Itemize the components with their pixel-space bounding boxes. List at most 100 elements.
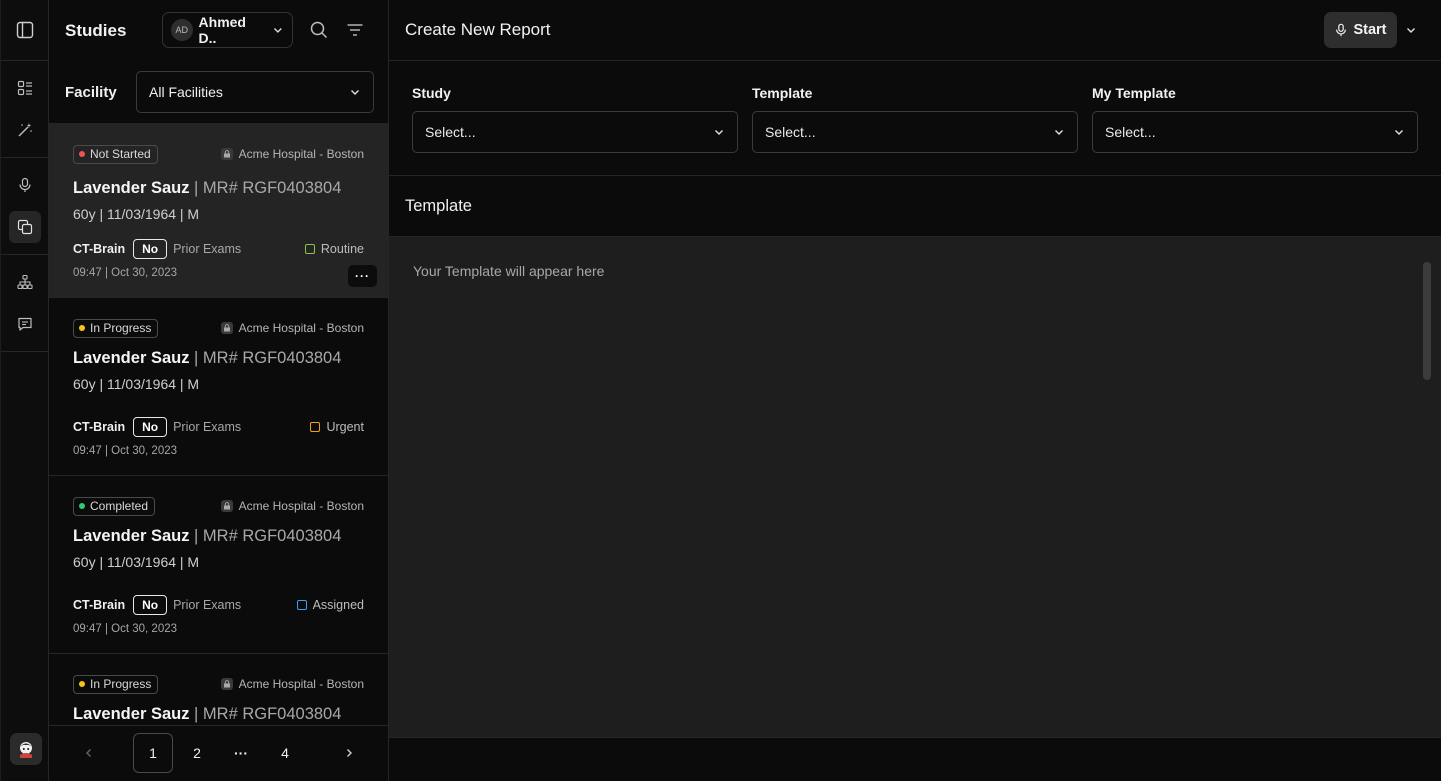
card-status-row: Completed Acme Hospital - Boston: [73, 496, 364, 516]
report-header: Create New Report Start: [389, 0, 1441, 61]
filter-icon[interactable]: [344, 19, 366, 41]
patient-demographics: 60y | 11/03/1964 | M: [73, 554, 200, 570]
patient-name: Lavender Sauz: [73, 179, 190, 197]
rail-group-tools: [1, 61, 48, 158]
study-select-value: Select...: [425, 124, 476, 140]
prior-exams-flag: No: [133, 595, 168, 615]
template-select-label: Template: [752, 85, 813, 101]
copy-icon[interactable]: [8, 211, 41, 243]
rail-top: [1, 0, 48, 61]
template-select[interactable]: Select...: [752, 111, 1078, 153]
magic-wand-icon[interactable]: [9, 114, 41, 146]
chevron-down-icon: [351, 90, 359, 95]
priority-text: Routine: [320, 242, 364, 256]
avatar-icon[interactable]: [10, 733, 42, 765]
study-select[interactable]: Select...: [412, 111, 738, 153]
facility-select[interactable]: All Facilities: [136, 71, 374, 113]
patient-name-line: Lavender Sauz | MR# RGF0403804: [73, 349, 341, 368]
study-timestamp: 09:47 | Oct 30, 2023: [73, 623, 178, 635]
exam-type: CT-Brain: [73, 242, 126, 256]
priority-square-icon: [304, 244, 315, 254]
mr-number: | MR# RGF0403804: [189, 349, 342, 367]
page-button[interactable]: 2: [177, 733, 217, 773]
next-page-button[interactable]: [329, 733, 369, 773]
study-card[interactable]: In Progress Acme Hospital - Boston Laven…: [49, 298, 388, 476]
status-dot: [79, 151, 85, 157]
patient-name: Lavender Sauz: [73, 527, 190, 545]
page-button[interactable]: 4: [265, 733, 305, 773]
chevron-down-icon: [1055, 130, 1063, 135]
chevron-down-icon: [715, 130, 723, 135]
prior-exams-flag: No: [133, 239, 168, 259]
studies-panel: Studies AD Ahmed D.. Facility All Facili…: [49, 0, 389, 781]
report-footer: [389, 737, 1441, 781]
status-dot: [79, 503, 85, 509]
template-placeholder: Your Template will appear here: [413, 263, 605, 279]
template-preview-area[interactable]: Your Template will appear here: [389, 237, 1441, 737]
mr-number: | MR# RGF0403804: [189, 527, 342, 545]
page-button-current[interactable]: 1: [133, 733, 173, 773]
hospital-name: Acme Hospital - Boston: [238, 321, 364, 335]
template-select-value: Select...: [765, 124, 816, 140]
more-options-button[interactable]: ···: [348, 265, 377, 287]
card-exam-row: CT-Brain No Prior Exams Urgent: [73, 417, 364, 437]
microphone-icon[interactable]: [9, 169, 41, 201]
user-name: Ahmed D..: [198, 14, 246, 46]
start-dictation-button[interactable]: Start: [1324, 12, 1397, 48]
status-dot: [79, 325, 85, 331]
status-text: Completed: [90, 499, 149, 513]
user-selector[interactable]: AD Ahmed D..: [162, 12, 293, 48]
icon-rail: [0, 0, 49, 781]
lock-icon: [220, 322, 233, 334]
study-card[interactable]: Completed Acme Hospital - Boston Lavende…: [49, 476, 388, 654]
prior-exams-flag: No: [133, 417, 168, 437]
scrollbar-thumb[interactable]: [1423, 262, 1431, 380]
status-text: In Progress: [90, 677, 152, 691]
rail-group-org: [1, 255, 48, 352]
patient-name-line: Lavender Sauz | MR# RGF0403804: [73, 179, 341, 198]
status-text: In Progress: [90, 321, 152, 335]
hospital-info: Acme Hospital - Boston: [220, 677, 364, 691]
study-card[interactable]: Not Started Acme Hospital - Boston Laven…: [49, 123, 388, 298]
patient-demographics: 60y | 11/03/1964 | M: [73, 206, 200, 222]
status-text: Not Started: [90, 147, 151, 161]
card-status-row: In Progress Acme Hospital - Boston: [73, 674, 364, 694]
studies-title: Studies: [65, 20, 127, 40]
card-status-row: In Progress Acme Hospital - Boston: [73, 318, 364, 338]
priority-text: Urgent: [326, 420, 364, 434]
my-template-select[interactable]: Select...: [1092, 111, 1418, 153]
facility-label: Facility: [65, 83, 117, 101]
prev-page-button[interactable]: [69, 733, 109, 773]
start-label: Start: [1353, 22, 1387, 38]
status-badge: Not Started: [73, 144, 158, 164]
card-exam-row: CT-Brain No Prior Exams Assigned: [73, 595, 364, 615]
status-dot: [79, 681, 85, 687]
facility-select-value: All Facilities: [149, 84, 223, 100]
report-selectors: Study Select... Template Select... My Te…: [389, 61, 1441, 176]
sidebar-toggle-icon[interactable]: [9, 14, 41, 46]
patient-name: Lavender Sauz: [73, 349, 190, 367]
exam-type: CT-Brain: [73, 420, 126, 434]
hierarchy-icon[interactable]: [9, 266, 41, 298]
lock-icon: [220, 678, 233, 690]
start-options-dropdown[interactable]: [1403, 19, 1419, 41]
exam-type: CT-Brain: [73, 598, 126, 612]
search-icon[interactable]: [308, 19, 330, 41]
priority-square-icon: [296, 600, 307, 610]
chat-icon[interactable]: [9, 308, 41, 340]
page-ellipsis: ···: [234, 745, 248, 761]
status-badge: In Progress: [73, 674, 159, 694]
study-select-group: Study Select...: [412, 85, 738, 153]
rail-group-report: [1, 158, 48, 255]
prior-exams-label: Prior Exams: [173, 420, 242, 434]
hospital-name: Acme Hospital - Boston: [238, 677, 364, 691]
study-timestamp: 09:47 | Oct 30, 2023: [73, 267, 178, 279]
priority-text: Assigned: [312, 598, 364, 612]
study-select-label: Study: [412, 85, 451, 101]
hospital-info: Acme Hospital - Boston: [220, 147, 364, 161]
pagination: 1 2 ··· 4: [49, 725, 388, 781]
list-icon[interactable]: [9, 72, 41, 104]
priority-tag: Assigned: [296, 598, 364, 612]
page-title: Create New Report: [405, 20, 551, 39]
mr-number: | MR# RGF0403804: [189, 705, 342, 723]
